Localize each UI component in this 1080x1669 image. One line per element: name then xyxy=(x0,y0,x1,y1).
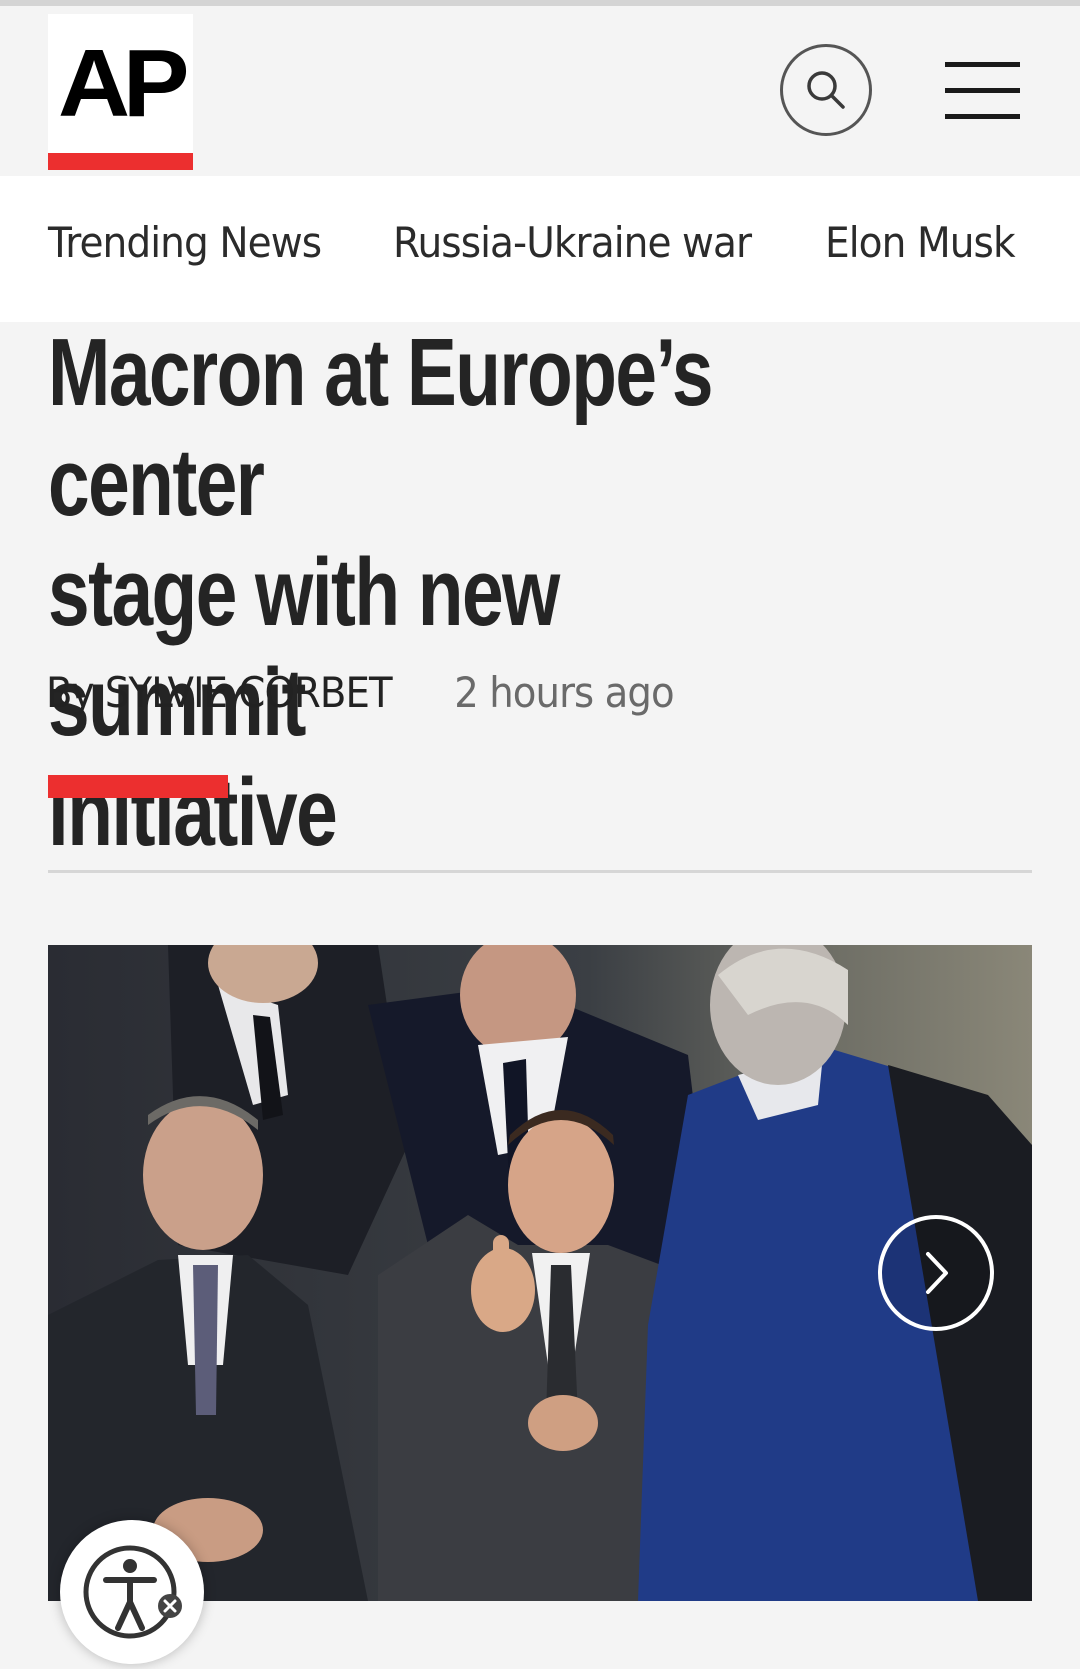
ap-logo[interactable]: AP xyxy=(48,14,193,162)
close-icon[interactable] xyxy=(156,1592,184,1620)
menu-button[interactable] xyxy=(945,62,1020,120)
chevron-right-icon xyxy=(926,1252,948,1294)
trending-item-elon-musk[interactable]: Elon Musk xyxy=(825,218,1016,267)
photo-next-button[interactable] xyxy=(878,1215,994,1331)
trending-item-russia-ukraine-war[interactable]: Russia-Ukraine war xyxy=(393,218,752,267)
headline-line-2: stage with new summit xyxy=(48,539,560,756)
menu-bar-bottom xyxy=(945,114,1020,119)
trending-nav: Trending News Russia-Ukraine war Elon Mu… xyxy=(0,176,1080,322)
headline-line-1: Macron at Europe’s center xyxy=(48,319,714,536)
site-header: AP xyxy=(0,6,1080,176)
article-byline: By SYLVIE CORBET 2 hours ago xyxy=(46,668,675,717)
byline-accent-bar xyxy=(48,775,228,798)
logo-red-bar xyxy=(48,153,193,170)
section-divider xyxy=(48,870,1032,873)
hamburger-menu-icon xyxy=(945,62,1020,67)
search-button[interactable] xyxy=(780,44,872,136)
search-icon xyxy=(807,71,845,109)
trending-item-trending-news[interactable]: Trending News xyxy=(48,218,322,267)
logo-text: AP xyxy=(58,30,189,137)
published-time: 2 hours ago xyxy=(454,668,674,717)
menu-bar-middle xyxy=(945,88,1020,93)
author-name[interactable]: By SYLVIE CORBET xyxy=(46,668,393,717)
accessibility-button[interactable] xyxy=(60,1520,204,1664)
